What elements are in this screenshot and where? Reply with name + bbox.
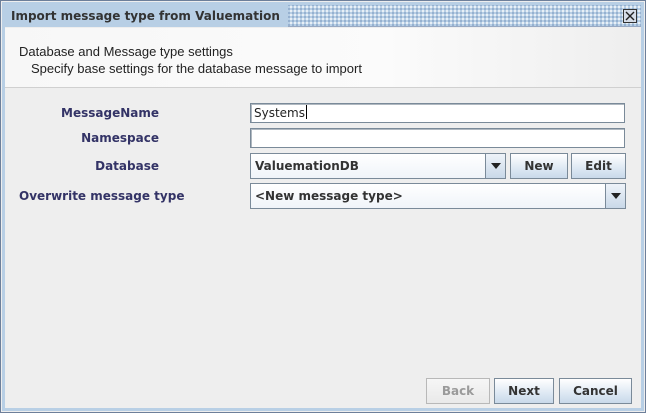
next-button[interactable]: Next	[494, 378, 554, 404]
namespace-input[interactable]	[250, 128, 625, 148]
text-caret	[306, 105, 307, 119]
header-panel: Database and Message type settings Speci…	[5, 28, 641, 88]
close-button[interactable]	[623, 9, 637, 23]
message-name-label: MessageName	[61, 106, 159, 120]
window-title: Import message type from Valuemation	[5, 5, 288, 27]
edit-database-button[interactable]: Edit	[571, 153, 626, 179]
overwrite-selected: <New message type>	[251, 184, 605, 208]
database-selected: ValuemationDB	[251, 154, 485, 178]
overwrite-dropdown-arrow[interactable]	[605, 184, 625, 208]
new-database-button[interactable]: New	[510, 153, 568, 179]
message-name-value: Systems	[254, 106, 305, 120]
overwrite-select[interactable]: <New message type>	[250, 183, 626, 209]
chevron-down-icon	[610, 193, 621, 199]
namespace-label: Namespace	[81, 131, 159, 145]
database-dropdown-arrow[interactable]	[485, 154, 505, 178]
overwrite-label: Overwrite message type	[19, 189, 185, 203]
import-dialog: Import message type from Valuemation Dat…	[0, 0, 646, 413]
title-bar[interactable]: Import message type from Valuemation	[5, 5, 641, 27]
database-label: Database	[95, 159, 159, 173]
close-icon	[625, 11, 635, 21]
header-subtitle: Specify base settings for the database m…	[31, 61, 362, 76]
message-name-input[interactable]: Systems	[250, 103, 625, 123]
database-select[interactable]: ValuemationDB	[250, 153, 506, 179]
header-title: Database and Message type settings	[19, 44, 233, 59]
chevron-down-icon	[490, 163, 501, 169]
back-button[interactable]: Back	[426, 378, 490, 404]
cancel-button[interactable]: Cancel	[559, 378, 632, 404]
